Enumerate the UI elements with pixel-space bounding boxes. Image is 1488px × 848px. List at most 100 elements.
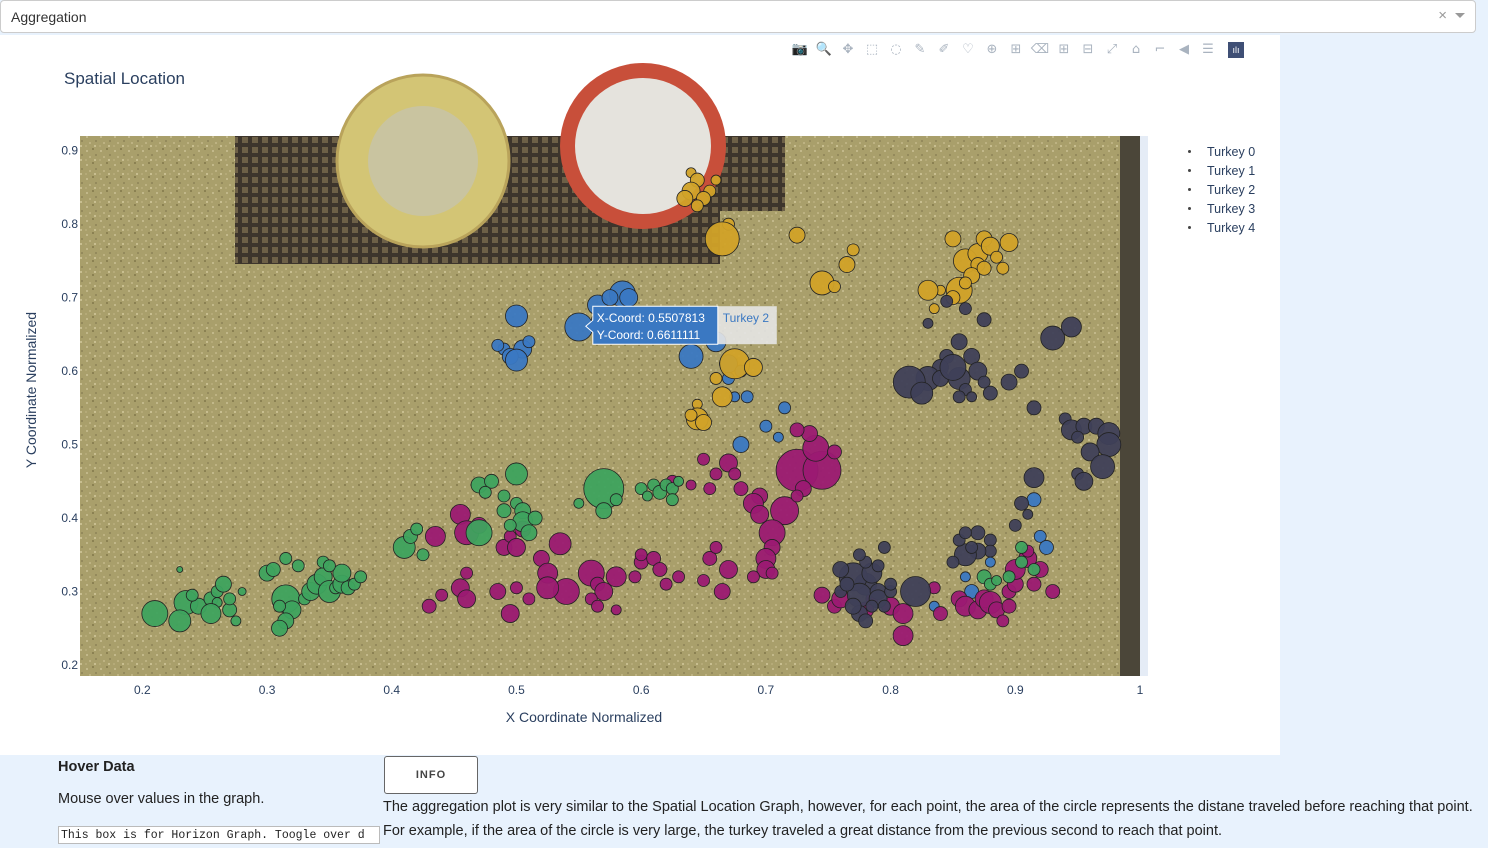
plotly-logo[interactable]: ılı: [1228, 42, 1244, 58]
data-point: [416, 548, 430, 562]
data-point: [950, 333, 968, 351]
data-point: [215, 575, 232, 593]
data-point: [237, 587, 247, 596]
data-point: [965, 541, 979, 554]
legend-marker: [1188, 188, 1191, 191]
clear-icon[interactable]: ×: [1438, 7, 1447, 24]
data-point: [500, 604, 520, 623]
data-point: [185, 588, 199, 602]
pen-wall: [1120, 136, 1140, 676]
legend-item[interactable]: Turkey 1: [1180, 161, 1255, 180]
chevron-down-icon[interactable]: [1455, 13, 1465, 18]
data-point: [728, 467, 742, 481]
autoscale-icon[interactable]: ⤢: [1102, 41, 1122, 59]
data-point: [740, 390, 754, 404]
data-point: [778, 401, 791, 415]
data-point: [844, 597, 862, 615]
y-tick-label: 0.7: [61, 291, 78, 305]
hover-compare-icon[interactable]: ☰: [1198, 41, 1218, 59]
legend-item[interactable]: Turkey 2: [1180, 180, 1255, 199]
data-point: [900, 576, 931, 607]
tooltip-y: Y-Coord: 0.6611111: [597, 328, 701, 342]
data-point: [982, 385, 998, 401]
legend-label: Turkey 1: [1207, 163, 1256, 178]
data-point: [710, 174, 722, 186]
data-point: [990, 250, 1003, 264]
data-point: [223, 592, 237, 606]
y-tick-label: 0.9: [61, 144, 78, 158]
data-point: [522, 335, 536, 349]
data-point: [520, 524, 538, 542]
draw-circle-icon[interactable]: ⊕: [982, 41, 1002, 59]
data-point: [719, 560, 738, 579]
data-point: [939, 354, 967, 381]
box-select-icon[interactable]: ⬚: [862, 41, 882, 59]
hover-closest-icon[interactable]: ◀: [1174, 41, 1194, 59]
draw-line-icon[interactable]: ✎: [910, 41, 930, 59]
data-point: [510, 581, 523, 595]
legend-item[interactable]: Turkey 3: [1180, 199, 1255, 218]
data-point: [595, 502, 613, 520]
scatter-plot[interactable]: 0.2 0.3 0.4 0.5 0.6 0.7 0.8 0.9 1 0.2 0.3 0.4 0.5 0.6…: [0, 35, 1280, 755]
data-point: [959, 526, 972, 540]
data-point: [839, 576, 855, 592]
data-point: [573, 497, 585, 509]
data-point: [279, 552, 293, 565]
data-point: [271, 619, 288, 637]
modebar: 📷 🔍 ✥ ⬚ ◌ ✎ ✐ ♡ ⊕ ⊞ ⌫ ⊞ ⊟ ⤢ ⌂ ⌐ ◀ ☰ ılı: [790, 41, 1244, 61]
y-tick-label: 0.3: [61, 585, 78, 599]
legend-item[interactable]: Turkey 0: [1180, 142, 1255, 161]
data-point: [527, 510, 543, 526]
data-point: [970, 525, 986, 541]
data-point: [858, 613, 874, 629]
data-point: [928, 303, 940, 315]
x-tick-label: 0.4: [383, 683, 400, 697]
erase-shape-icon[interactable]: ⌫: [1030, 41, 1050, 59]
zoom-out-icon[interactable]: ⊟: [1078, 41, 1098, 59]
camera-icon[interactable]: 📷: [790, 41, 810, 59]
y-tick-label: 0.6: [61, 364, 78, 378]
data-point: [892, 603, 914, 624]
data-point: [703, 482, 717, 496]
data-point: [976, 260, 992, 276]
draw-open-path-icon[interactable]: ✐: [934, 41, 954, 59]
info-description: The aggregation plot is very similar to …: [383, 799, 1473, 839]
data-point: [457, 589, 476, 609]
data-point: [711, 386, 733, 408]
data-point: [548, 532, 572, 556]
chart-title: Spatial Location: [64, 69, 185, 88]
data-point: [996, 614, 1010, 628]
spike-lines-icon[interactable]: ⌐: [1150, 41, 1170, 59]
data-point: [634, 548, 648, 562]
data-point: [410, 522, 424, 536]
pan-icon[interactable]: ✥: [838, 41, 858, 59]
data-point: [619, 288, 639, 308]
data-point: [922, 317, 934, 329]
data-point: [465, 519, 493, 547]
data-point: [838, 256, 856, 273]
zoom-icon[interactable]: 🔍: [814, 41, 834, 59]
data-point: [846, 243, 860, 257]
data-point: [788, 226, 806, 244]
zoom-in-icon[interactable]: ⊞: [1054, 41, 1074, 59]
data-point: [505, 304, 528, 328]
graph-type-dropdown[interactable]: Aggregation ×: [0, 0, 1476, 33]
draw-rect-icon[interactable]: ⊞: [1006, 41, 1026, 59]
data-point: [505, 462, 528, 486]
x-tick-label: 0.6: [633, 683, 650, 697]
x-tick-label: 0.9: [1007, 683, 1024, 697]
data-point: [959, 302, 972, 316]
y-tick-label: 0.2: [61, 658, 78, 672]
lasso-select-icon[interactable]: ◌: [886, 41, 906, 59]
info-button[interactable]: INFO: [384, 756, 478, 794]
draw-closed-path-icon[interactable]: ♡: [958, 41, 978, 59]
horizon-graph-box[interactable]: This box is for Horizon Graph. Toogle ov…: [58, 826, 380, 844]
reset-axes-icon[interactable]: ⌂: [1126, 41, 1146, 59]
data-point: [460, 566, 473, 580]
data-point: [983, 533, 997, 547]
data-point: [489, 583, 507, 600]
data-point: [478, 485, 492, 499]
y-tick-label: 0.5: [61, 438, 78, 452]
data-point: [176, 566, 184, 573]
legend-item[interactable]: Turkey 4: [1180, 218, 1255, 237]
